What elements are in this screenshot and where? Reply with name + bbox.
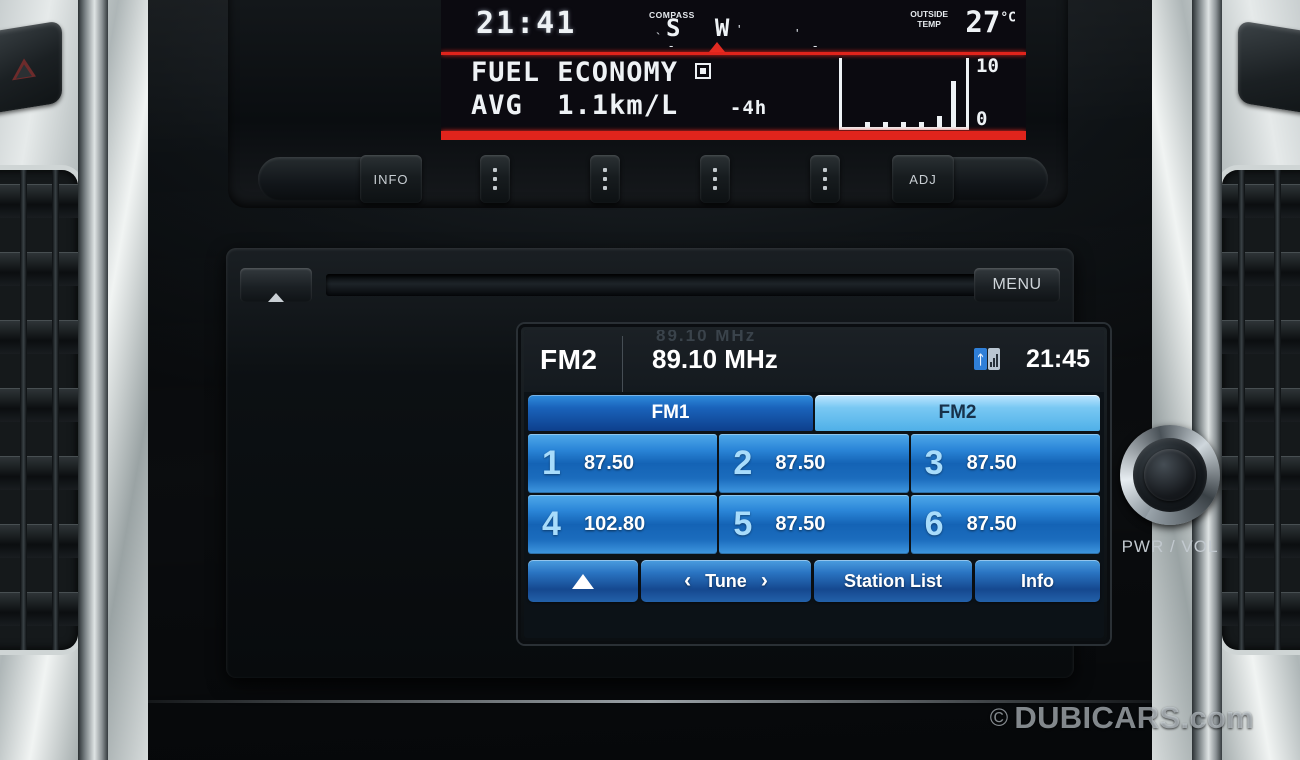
lcd-bezel: FM2 89.10 MHz 89.10 MHz ᛏ 21:45 FM1 FM2	[518, 324, 1110, 644]
air-vent-left[interactable]	[0, 170, 78, 650]
mid-red-divider-bottom	[441, 131, 1026, 140]
knob-mid-ring	[1133, 438, 1207, 512]
radio-clock: 21:45	[1026, 345, 1090, 373]
mid-soft-button-2[interactable]	[590, 155, 620, 203]
graph-min-label: 0	[976, 108, 988, 130]
mid-soft-button-4[interactable]	[810, 155, 840, 203]
compass-heading-arrow-icon	[709, 42, 725, 52]
preset-frequency: 102.80	[584, 513, 646, 535]
watermark: © DUBICARS.com	[990, 700, 1254, 736]
preset-frequency: 87.50	[966, 452, 1017, 474]
hazard-button-left[interactable]	[0, 20, 62, 118]
tab-fm1[interactable]: FM1	[528, 395, 813, 431]
preset-button-4[interactable]: 4 102.80	[528, 495, 718, 554]
compass-tick: -	[669, 38, 674, 53]
watermark-text: DUBICARS.com	[1014, 700, 1254, 735]
function-button-bar: ‹ Tune › Station List Info	[524, 556, 1104, 607]
preset-number: 1	[542, 444, 561, 482]
mid-status-row: 21:41 COMPASS S W ` ' ' - - OUTSIDE TEMP…	[441, 0, 1026, 54]
scroll-up-button[interactable]	[528, 560, 638, 602]
preset-button-6[interactable]: 6 87.50	[910, 495, 1100, 554]
menu-button[interactable]: MENU	[974, 268, 1060, 302]
trim-edge-left	[78, 0, 108, 760]
preset-frequency: 87.50	[775, 452, 826, 474]
mid-soft-button-3[interactable]	[700, 155, 730, 203]
outside-temp-value: 27°C	[965, 5, 1016, 39]
outside-temp-label: OUTSIDE TEMP	[910, 9, 948, 29]
preset-grid: 1 87.50 2 87.50 3 87.50 4 102.80 5 87.50…	[524, 431, 1104, 554]
copyright-icon: ©	[989, 703, 1009, 732]
preset-number: 5	[733, 505, 753, 543]
adj-button[interactable]: ADJ	[892, 155, 954, 203]
preset-button-2[interactable]: 2 87.50	[719, 434, 909, 493]
tune-button[interactable]: ‹ Tune ›	[641, 560, 811, 602]
compass-directions: S W	[666, 14, 740, 42]
compass-tick: -	[813, 38, 818, 53]
preset-button-5[interactable]: 5 87.50	[719, 495, 909, 554]
graph-time-label: -4h	[729, 97, 768, 119]
mid-clock: 21:41	[476, 6, 577, 41]
screenshot-root: 21:41 COMPASS S W ` ' ' - - OUTSIDE TEMP…	[0, 0, 1300, 760]
hazard-triangle-icon	[10, 52, 38, 80]
radio-status-bar: FM2 89.10 MHz 89.10 MHz ᛏ 21:45	[524, 330, 1104, 392]
preset-number: 2	[733, 444, 753, 482]
power-volume-label: PWR / VOL	[1121, 537, 1219, 556]
radio-info-button[interactable]: Info	[975, 560, 1100, 602]
chevron-left-icon[interactable]: ‹	[684, 569, 691, 593]
triangle-up-icon	[572, 573, 594, 589]
dots-icon	[603, 168, 607, 190]
power-volume-knob-area: PWR / VOL	[1110, 425, 1230, 585]
hazard-button-right[interactable]	[1238, 20, 1300, 118]
dots-icon	[713, 168, 717, 190]
station-list-button[interactable]: Station List	[814, 560, 972, 602]
mid-hard-button-strip: INFO ADJ	[258, 155, 1048, 207]
current-frequency: 89.10 MHz	[652, 344, 778, 374]
center-console: 21:41 COMPASS S W ` ' ' - - OUTSIDE TEMP…	[148, 0, 1220, 760]
eject-button[interactable]	[240, 268, 312, 302]
band-tab-bar: FM1 FM2	[524, 392, 1104, 431]
dots-icon	[493, 168, 497, 190]
chevron-right-icon[interactable]: ›	[761, 569, 768, 593]
preset-frequency: 87.50	[584, 452, 635, 474]
bluetooth-icon: ᛏ	[974, 348, 1000, 370]
disc-slot	[326, 274, 1036, 296]
preset-row: 4 102.80 5 87.50 6 87.50	[528, 495, 1100, 554]
dots-icon	[823, 168, 827, 190]
preset-button-1[interactable]: 1 87.50	[528, 434, 718, 493]
preset-button-3[interactable]: 3 87.50	[910, 434, 1100, 493]
tab-fm2[interactable]: FM2	[815, 395, 1100, 431]
fuel-economy-bar-graph	[839, 58, 969, 130]
info-button[interactable]: INFO	[360, 155, 422, 203]
graph-max-label: 10	[976, 55, 999, 77]
air-vent-right[interactable]	[1222, 170, 1300, 650]
status-ghost-right	[1086, 330, 1092, 344]
mid-soft-button-1[interactable]	[480, 155, 510, 203]
tune-label: Tune	[705, 570, 747, 591]
radio-screen[interactable]: FM2 89.10 MHz 89.10 MHz ᛏ 21:45 FM1 FM2	[524, 330, 1104, 638]
power-volume-knob[interactable]	[1120, 425, 1220, 525]
preset-number: 4	[542, 505, 561, 543]
compass-tick: `	[656, 30, 661, 45]
trim-edge-right	[1192, 0, 1222, 760]
preset-row: 1 87.50 2 87.50 3 87.50	[528, 434, 1100, 493]
compass-tick: '	[738, 22, 741, 37]
fuel-economy-mode-icon	[695, 63, 712, 79]
preset-number: 6	[924, 505, 944, 543]
mid-red-divider-top	[441, 52, 1026, 55]
multi-information-display-screen: 21:41 COMPASS S W ` ' ' - - OUTSIDE TEMP…	[441, 0, 1026, 140]
knob-center	[1144, 449, 1196, 501]
head-unit: MENU FM2 89.10 MHz 89.10 MHz ᛏ 21:45 FM1…	[226, 248, 1220, 678]
current-band-label: FM2	[540, 344, 598, 375]
compass-tick: '	[796, 26, 799, 41]
eject-icon	[268, 276, 284, 302]
preset-frequency: 87.50	[775, 513, 826, 535]
status-divider	[622, 336, 623, 392]
preset-frequency: 87.50	[966, 513, 1017, 535]
preset-number: 3	[924, 444, 944, 482]
fuel-economy-readout: FUEL ECONOMY AVG 1.1km/L -4h	[471, 57, 768, 121]
